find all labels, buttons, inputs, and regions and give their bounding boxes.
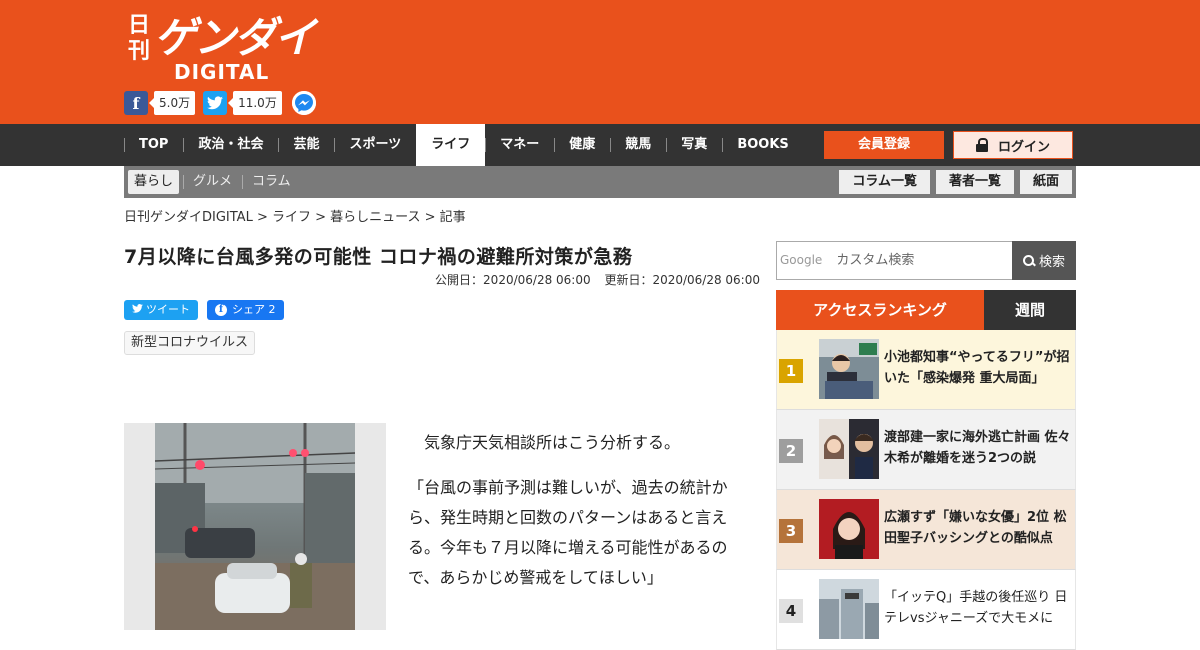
ranking-thumbnail <box>819 419 879 479</box>
nav-item-books[interactable]: BOOKS <box>722 124 803 166</box>
nav-item-politics[interactable]: 政治・社会 <box>183 124 278 166</box>
article-photo <box>155 423 355 630</box>
twitter-icon[interactable] <box>203 91 228 115</box>
logo-nikkan: 日刊 <box>128 12 151 64</box>
register-button[interactable]: 会員登録 <box>824 131 944 159</box>
ranking-item[interactable]: 2 渡部建一家に海外逃亡計画 佐々木希が離婚を迷う2つの説 <box>776 410 1076 490</box>
facebook-share-button[interactable]: f シェア 2 <box>207 300 284 320</box>
logo-gendai: ゲンダイ <box>154 13 316 62</box>
subnav-item-gourmet[interactable]: グルメ <box>183 170 242 194</box>
rank-badge: 4 <box>779 599 803 623</box>
nav-item-health[interactable]: 健康 <box>554 124 610 166</box>
breadcrumb[interactable]: 日刊ゲンダイDIGITAL > ライフ > 暮らしニュース > 記事 <box>124 206 466 225</box>
nav-item-keiba[interactable]: 競馬 <box>610 124 666 166</box>
nav-item-top[interactable]: TOP <box>124 124 183 166</box>
rank-badge: 2 <box>779 439 803 463</box>
column-list-button[interactable]: コラム一覧 <box>839 170 930 194</box>
nav-item-life[interactable]: ライフ <box>416 124 486 166</box>
author-list-button[interactable]: 著者一覧 <box>935 170 1014 194</box>
twitter-bird-icon <box>132 304 143 313</box>
ranking-title: 渡部建一家に海外逃亡計画 佐々木希が離婚を迷う2つの説 <box>884 430 1071 466</box>
article-paragraph: 気象庁天気相談所はこう分析する。 <box>408 433 681 452</box>
ranking-list: 1 小池都知事“やってるフリ”が招いた「感染爆発 重大局面」 2 渡部建一家に海… <box>776 330 1076 650</box>
ranking-thumbnail <box>819 579 879 639</box>
tweet-button[interactable]: ツイート <box>124 300 198 320</box>
article-paragraph: 「台風の事前予測は難しいが、過去の統計から、発生時期と回数のパターンはあると言え… <box>408 478 728 587</box>
sub-nav-buttons: コラム一覧 著者一覧 紙面 <box>833 170 1072 194</box>
login-label: ログイン <box>997 139 1050 155</box>
ranking-title: 広瀬すず「嫌いな女優」2位 松田聖子バッシングとの酷似点 <box>884 510 1067 546</box>
logo-digital: DIGITAL <box>174 60 270 84</box>
ranking-item[interactable]: 1 小池都知事“やってるフリ”が招いた「感染爆発 重大局面」 <box>776 330 1076 410</box>
subnav-item-column[interactable]: コラム <box>242 170 301 194</box>
article-title: 7月以降に台風多発の可能性 コロナ禍の避難所対策が急務 <box>124 246 633 268</box>
share-label: シェア 2 <box>232 303 276 316</box>
subnav-item-kurashi[interactable]: 暮らし <box>128 170 180 194</box>
flood-scene-image <box>155 423 355 630</box>
lock-icon <box>975 138 988 152</box>
search-input[interactable]: Google カスタム検索 <box>776 241 1013 280</box>
tab-access-ranking[interactable]: アクセスランキング <box>776 290 984 330</box>
nav-item-sports[interactable]: スポーツ <box>334 124 416 166</box>
paper-button[interactable]: 紙面 <box>1019 170 1072 194</box>
share-buttons: ツイート f シェア 2 <box>124 300 284 320</box>
nav-item-photo[interactable]: 写真 <box>666 124 722 166</box>
search-button[interactable]: 検索 <box>1012 241 1076 280</box>
sub-nav-categories: 暮らし グルメ コラム <box>128 170 301 194</box>
tweet-label: ツイート <box>146 303 190 316</box>
social-counts: f 5.0万 11.0万 <box>124 90 316 116</box>
tab-weekly[interactable]: 週間 <box>984 290 1076 330</box>
ranking-title: 「イッテQ」手越の後任巡り 日テレvsジャニーズで大モメに <box>884 590 1068 626</box>
site-logo[interactable]: 日刊 ゲンダイ DIGITAL <box>124 8 316 86</box>
site-search: Google カスタム検索 検索 <box>776 241 1076 280</box>
nav-item-entertainment[interactable]: 芸能 <box>278 124 334 166</box>
sub-nav: 暮らし グルメ コラム コラム一覧 著者一覧 紙面 <box>124 166 1076 198</box>
updated-date: 更新日：2020/06/28 06:00 <box>604 273 760 287</box>
rank-badge: 1 <box>779 359 803 383</box>
ranking-item[interactable]: 4 「イッテQ」手越の後任巡り 日テレvsジャニーズで大モメに <box>776 570 1076 650</box>
facebook-share-icon: f <box>215 304 227 316</box>
rank-badge: 3 <box>779 519 803 543</box>
article-body: 気象庁天気相談所はこう分析する。 「台風の事前予測は難しいが、過去の統計から、発… <box>408 428 758 608</box>
search-icon <box>1022 254 1035 267</box>
facebook-icon[interactable]: f <box>124 91 148 115</box>
article-tag[interactable]: 新型コロナウイルス <box>124 331 256 355</box>
main-nav-items: TOP 政治・社会 芸能 スポーツ ライフ マネー 健康 競馬 写真 BOOKS <box>124 124 804 166</box>
search-brand: Google <box>780 253 823 267</box>
published-date: 公開日：2020/06/28 06:00 <box>435 273 591 287</box>
site-header: 日刊 ゲンダイ DIGITAL f 5.0万 11.0万 <box>0 0 1200 124</box>
ranking-thumbnail <box>819 339 879 399</box>
search-placeholder: カスタム検索 <box>836 253 915 268</box>
nav-item-money[interactable]: マネー <box>485 124 554 166</box>
ranking-item[interactable]: 3 広瀬すず「嫌いな女優」2位 松田聖子バッシングとの酷似点 <box>776 490 1076 570</box>
messenger-icon[interactable] <box>291 91 316 115</box>
facebook-count: 5.0万 <box>148 91 196 115</box>
twitter-count: 11.0万 <box>228 91 282 115</box>
login-button[interactable]: ログイン <box>953 131 1073 159</box>
article-dates: 公開日：2020/06/28 06:00 更新日：2020/06/28 06:0… <box>430 271 760 288</box>
ranking-title: 小池都知事“やってるフリ”が招いた「感染爆発 重大局面」 <box>884 350 1070 386</box>
ranking-thumbnail <box>819 499 879 559</box>
ranking-tabs: アクセスランキング 週間 <box>776 290 1076 330</box>
search-button-label: 検索 <box>1038 255 1065 270</box>
